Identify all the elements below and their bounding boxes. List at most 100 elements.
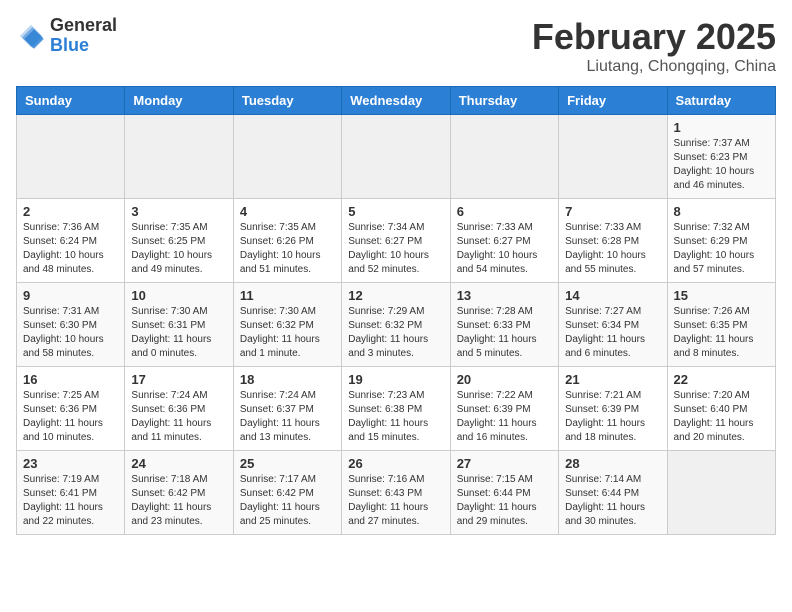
table-row: 3 Sunrise: 7:35 AM Sunset: 6:25 PM Daylig… [125, 199, 233, 283]
day-number: 8 [674, 204, 769, 219]
week-row-3: 9 Sunrise: 7:31 AM Sunset: 6:30 PM Daylig… [17, 283, 776, 367]
day-info: Sunrise: 7:16 AM Sunset: 6:43 PM Dayligh… [348, 473, 443, 529]
table-row: 1 Sunrise: 7:37 AM Sunset: 6:23 PM Daylig… [667, 115, 775, 199]
logo-icon [16, 21, 46, 51]
weekday-header-monday: Monday [125, 87, 233, 115]
table-row [125, 115, 233, 199]
day-info: Sunrise: 7:36 AM Sunset: 6:24 PM Dayligh… [23, 221, 118, 277]
table-row [450, 115, 558, 199]
table-row: 7 Sunrise: 7:33 AM Sunset: 6:28 PM Daylig… [559, 199, 667, 283]
day-info: Sunrise: 7:31 AM Sunset: 6:30 PM Dayligh… [23, 305, 118, 361]
day-number: 2 [23, 204, 118, 219]
title-block: February 2025 Liutang, Chongqing, China [532, 16, 776, 76]
day-info: Sunrise: 7:28 AM Sunset: 6:33 PM Dayligh… [457, 305, 552, 361]
day-info: Sunrise: 7:17 AM Sunset: 6:42 PM Dayligh… [240, 473, 335, 529]
weekday-header-row: SundayMondayTuesdayWednesdayThursdayFrid… [17, 87, 776, 115]
day-info: Sunrise: 7:37 AM Sunset: 6:23 PM Dayligh… [674, 137, 769, 193]
day-info: Sunrise: 7:30 AM Sunset: 6:32 PM Dayligh… [240, 305, 335, 361]
table-row: 17 Sunrise: 7:24 AM Sunset: 6:36 PM Dayli… [125, 367, 233, 451]
calendar-title: February 2025 [532, 16, 776, 58]
logo: General Blue [16, 16, 117, 56]
day-number: 27 [457, 456, 552, 471]
table-row [17, 115, 125, 199]
table-row: 13Sunrise: 7:28 AM Sunset: 6:33 PM Dayli… [450, 283, 558, 367]
day-info: Sunrise: 7:15 AM Sunset: 6:44 PM Dayligh… [457, 473, 552, 529]
weekday-header-friday: Friday [559, 87, 667, 115]
weekday-header-thursday: Thursday [450, 87, 558, 115]
day-number: 16 [23, 372, 118, 387]
day-info: Sunrise: 7:24 AM Sunset: 6:36 PM Dayligh… [131, 389, 226, 445]
day-number: 3 [131, 204, 226, 219]
table-row: 18Sunrise: 7:24 AM Sunset: 6:37 PM Dayli… [233, 367, 341, 451]
calendar-body: 1 Sunrise: 7:37 AM Sunset: 6:23 PM Daylig… [17, 115, 776, 535]
week-row-4: 16 Sunrise: 7:25 AM Sunset: 6:36 PM Dayli… [17, 367, 776, 451]
table-row: 25 Sunrise: 7:17 AM Sunset: 6:42 PM Dayli… [233, 451, 341, 535]
day-info: Sunrise: 7:27 AM Sunset: 6:34 PM Dayligh… [565, 305, 660, 361]
table-row: 2 Sunrise: 7:36 AM Sunset: 6:24 PM Daylig… [17, 199, 125, 283]
table-row: 8 Sunrise: 7:32 AM Sunset: 6:29 PM Daylig… [667, 199, 775, 283]
table-row: 14 Sunrise: 7:27 AM Sunset: 6:34 PM Dayli… [559, 283, 667, 367]
day-number: 24 [131, 456, 226, 471]
table-row [559, 115, 667, 199]
day-info: Sunrise: 7:35 AM Sunset: 6:26 PM Dayligh… [240, 221, 335, 277]
day-info: Sunrise: 7:33 AM Sunset: 6:27 PM Dayligh… [457, 221, 552, 277]
logo-blue-text: Blue [50, 36, 117, 56]
header: General Blue February 2025 Liutang, Chon… [16, 16, 776, 76]
weekday-header-tuesday: Tuesday [233, 87, 341, 115]
day-info: Sunrise: 7:35 AM Sunset: 6:25 PM Dayligh… [131, 221, 226, 277]
table-row: 26 Sunrise: 7:16 AM Sunset: 6:43 PM Dayli… [342, 451, 450, 535]
table-row: 21 Sunrise: 7:21 AM Sunset: 6:39 PM Dayli… [559, 367, 667, 451]
logo-text: General Blue [50, 16, 117, 56]
day-info: Sunrise: 7:32 AM Sunset: 6:29 PM Dayligh… [674, 221, 769, 277]
day-info: Sunrise: 7:25 AM Sunset: 6:36 PM Dayligh… [23, 389, 118, 445]
day-info: Sunrise: 7:18 AM Sunset: 6:42 PM Dayligh… [131, 473, 226, 529]
day-number: 25 [240, 456, 335, 471]
day-number: 20 [457, 372, 552, 387]
day-number: 17 [131, 372, 226, 387]
day-number: 15 [674, 288, 769, 303]
table-row: 20 Sunrise: 7:22 AM Sunset: 6:39 PM Dayli… [450, 367, 558, 451]
week-row-5: 23Sunrise: 7:19 AM Sunset: 6:41 PM Dayli… [17, 451, 776, 535]
table-row: 15Sunrise: 7:26 AM Sunset: 6:35 PM Dayli… [667, 283, 775, 367]
day-number: 28 [565, 456, 660, 471]
weekday-header-sunday: Sunday [17, 87, 125, 115]
day-number: 23 [23, 456, 118, 471]
calendar-table: SundayMondayTuesdayWednesdayThursdayFrid… [16, 86, 776, 535]
week-row-1: 1 Sunrise: 7:37 AM Sunset: 6:23 PM Daylig… [17, 115, 776, 199]
day-info: Sunrise: 7:24 AM Sunset: 6:37 PM Dayligh… [240, 389, 335, 445]
day-info: Sunrise: 7:22 AM Sunset: 6:39 PM Dayligh… [457, 389, 552, 445]
table-row: 19 Sunrise: 7:23 AM Sunset: 6:38 PM Dayli… [342, 367, 450, 451]
day-number: 7 [565, 204, 660, 219]
day-number: 19 [348, 372, 443, 387]
day-number: 22 [674, 372, 769, 387]
week-row-2: 2 Sunrise: 7:36 AM Sunset: 6:24 PM Daylig… [17, 199, 776, 283]
table-row [667, 451, 775, 535]
day-number: 1 [674, 120, 769, 135]
day-info: Sunrise: 7:23 AM Sunset: 6:38 PM Dayligh… [348, 389, 443, 445]
day-number: 9 [23, 288, 118, 303]
table-row: 11 Sunrise: 7:30 AM Sunset: 6:32 PM Dayli… [233, 283, 341, 367]
table-row: 4 Sunrise: 7:35 AM Sunset: 6:26 PM Daylig… [233, 199, 341, 283]
day-number: 10 [131, 288, 226, 303]
day-info: Sunrise: 7:21 AM Sunset: 6:39 PM Dayligh… [565, 389, 660, 445]
table-row: 5Sunrise: 7:34 AM Sunset: 6:27 PM Daylig… [342, 199, 450, 283]
day-info: Sunrise: 7:33 AM Sunset: 6:28 PM Dayligh… [565, 221, 660, 277]
table-row: 9 Sunrise: 7:31 AM Sunset: 6:30 PM Daylig… [17, 283, 125, 367]
day-number: 11 [240, 288, 335, 303]
weekday-header-saturday: Saturday [667, 87, 775, 115]
day-info: Sunrise: 7:14 AM Sunset: 6:44 PM Dayligh… [565, 473, 660, 529]
logo-general-text: General [50, 16, 117, 36]
day-info: Sunrise: 7:34 AM Sunset: 6:27 PM Dayligh… [348, 221, 443, 277]
table-row: 27 Sunrise: 7:15 AM Sunset: 6:44 PM Dayli… [450, 451, 558, 535]
day-number: 6 [457, 204, 552, 219]
day-number: 21 [565, 372, 660, 387]
day-number: 14 [565, 288, 660, 303]
table-row [233, 115, 341, 199]
day-number: 4 [240, 204, 335, 219]
day-info: Sunrise: 7:20 AM Sunset: 6:40 PM Dayligh… [674, 389, 769, 445]
day-info: Sunrise: 7:30 AM Sunset: 6:31 PM Dayligh… [131, 305, 226, 361]
day-number: 26 [348, 456, 443, 471]
table-row: 12Sunrise: 7:29 AM Sunset: 6:32 PM Dayli… [342, 283, 450, 367]
table-row: 24 Sunrise: 7:18 AM Sunset: 6:42 PM Dayli… [125, 451, 233, 535]
table-row [342, 115, 450, 199]
